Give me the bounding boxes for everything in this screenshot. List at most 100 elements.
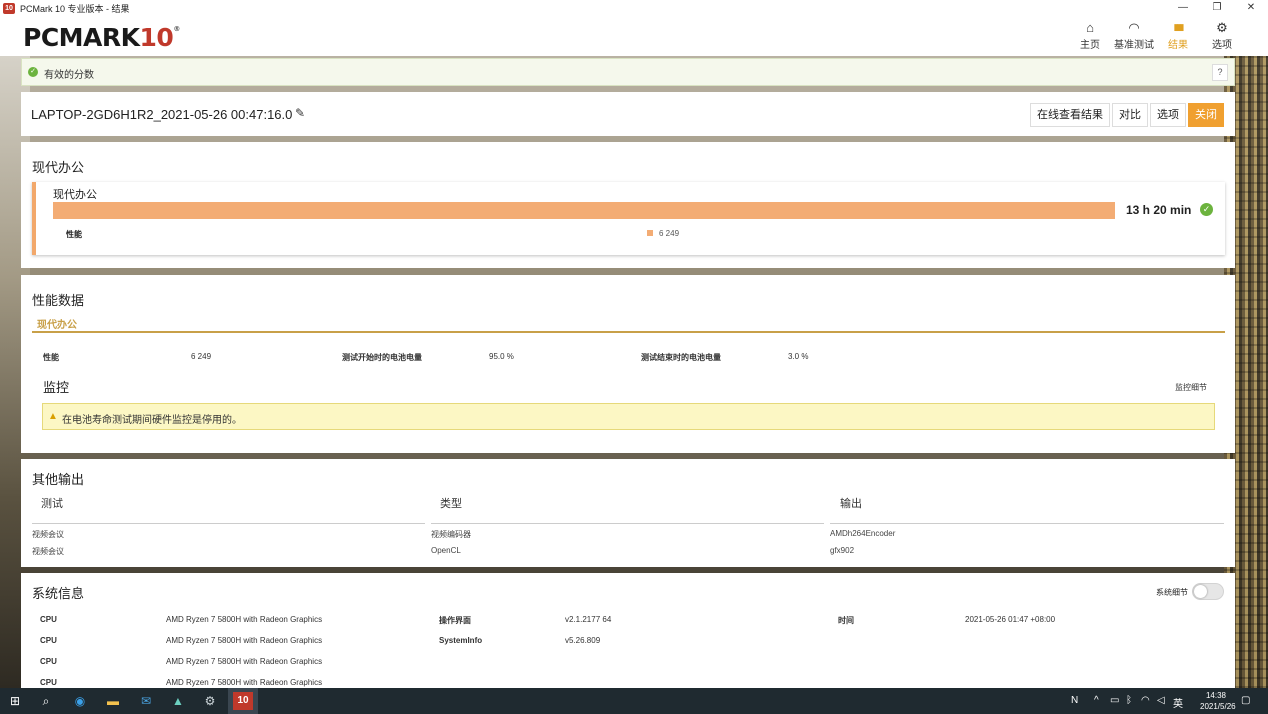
table-cell: 视频会议 xyxy=(32,530,64,539)
check-icon: ✓ xyxy=(28,67,38,77)
clock-time: 14:38 xyxy=(1205,691,1227,700)
app-header: PCMARK10® ⌂ 主页 ◠ 基准测试 ▮▮▮ 结果 ⚙ 选项 xyxy=(0,16,1268,56)
duration-bar xyxy=(53,202,1115,219)
taskbar-clock[interactable]: 14:38 2021/5/26 xyxy=(1200,690,1236,712)
system-details-toggle[interactable] xyxy=(1192,583,1224,600)
column-header-output: 输出 xyxy=(840,498,862,510)
battery-icon[interactable]: ▭ xyxy=(1110,695,1119,706)
search-icon[interactable]: ⌕ xyxy=(37,692,55,710)
time-label: 时间 xyxy=(838,616,854,625)
gui-label: 操作界面 xyxy=(439,616,471,625)
pencil-icon[interactable]: ✎ xyxy=(295,106,305,120)
battery-end-value: 3.0 % xyxy=(788,352,809,361)
gear-icon: ⚙ xyxy=(1216,20,1228,35)
ime-language-indicator[interactable]: 英 xyxy=(1173,695,1183,710)
column-header-test: 测试 xyxy=(41,498,63,510)
home-icon: ⌂ xyxy=(1086,20,1094,35)
table-cell: gfx902 xyxy=(830,546,855,555)
maximize-button[interactable]: ❐ xyxy=(1200,0,1234,16)
bluetooth-icon[interactable]: ᛒ xyxy=(1126,695,1132,706)
window-title-bar: 10 PCMark 10 专业版本 - 结果 — ❐ ✕ xyxy=(0,0,1268,16)
system-details-label: 系统细节 xyxy=(1156,588,1188,597)
cpu-label: CPU xyxy=(40,678,57,687)
tray-chevron-icon[interactable]: ^ xyxy=(1094,695,1099,706)
nav-options-label: 选项 xyxy=(1212,40,1232,51)
nav-options[interactable]: ⚙ 选项 xyxy=(1200,19,1244,51)
edge-browser-icon[interactable]: ◉ xyxy=(71,692,89,710)
column-divider xyxy=(830,523,1224,524)
nav-home[interactable]: ⌂ 主页 xyxy=(1068,19,1112,51)
tab-underline xyxy=(32,331,1225,333)
window-controls: — ❐ ✕ xyxy=(1166,0,1268,16)
column-divider xyxy=(32,523,425,524)
time-value: 2021-05-26 01:47 +08:00 xyxy=(965,615,1056,624)
file-explorer-icon[interactable]: ▬ xyxy=(104,692,122,710)
cpu-label: CPU xyxy=(40,636,57,645)
compare-button[interactable]: 对比 xyxy=(1112,103,1148,127)
warning-icon: ▲ xyxy=(48,411,58,422)
perf-label: 性能 xyxy=(66,230,82,239)
battery-end-label: 测试结束时的电池电量 xyxy=(641,353,721,362)
wifi-icon[interactable]: ◠ xyxy=(1141,695,1150,706)
valid-score-text: 有效的分数 xyxy=(44,70,94,81)
tab-modern-office[interactable]: 现代办公 xyxy=(37,316,77,331)
toggle-knob xyxy=(1194,585,1207,598)
cpu-value: AMD Ryzen 7 5800H with Radeon Graphics xyxy=(166,636,323,645)
volume-icon[interactable]: ◁ xyxy=(1157,695,1165,706)
valid-score-banner: ✓ 有效的分数 ? xyxy=(21,58,1235,86)
notification-center-icon[interactable]: ▢ xyxy=(1241,695,1250,706)
systeminfo-value: v5.26.809 xyxy=(565,636,601,645)
settings-app-icon[interactable]: ⚙ xyxy=(201,692,219,710)
windows-taskbar: ⊞ ⌕ ◉ ▬ ✉ ▲ ⚙ 10 N ^ ▭ ᛒ ◠ ◁ 英 14:38 202… xyxy=(0,688,1268,714)
column-header-type: 类型 xyxy=(440,498,462,510)
modern-office-panel: 现代办公 现代办公 13 h 20 min ✓ 性能 6 249 xyxy=(21,142,1235,268)
perf-label: 性能 xyxy=(43,353,59,362)
view-online-button[interactable]: 在线查看结果 xyxy=(1030,103,1110,127)
perf-value: 6 249 xyxy=(659,229,680,238)
notification-app-icon[interactable]: N xyxy=(1071,695,1078,706)
minimize-button[interactable]: — xyxy=(1166,0,1200,16)
table-cell: OpenCL xyxy=(431,546,461,555)
result-actions: 在线查看结果 对比 选项 关闭 xyxy=(1030,103,1224,127)
card-title: 现代办公 xyxy=(53,189,97,201)
section-title: 性能数据 xyxy=(32,293,85,308)
cpu-value: AMD Ryzen 7 5800H with Radeon Graphics xyxy=(166,657,323,666)
close-button[interactable]: 关闭 xyxy=(1188,103,1224,127)
options-button[interactable]: 选项 xyxy=(1150,103,1186,127)
result-title: LAPTOP-2GD6H1R2_2021-05-26 00:47:16.0 xyxy=(31,107,293,122)
nav-benchmarks[interactable]: ◠ 基准测试 xyxy=(1112,19,1156,51)
duration-value: 13 h 20 min xyxy=(1126,203,1192,217)
nav-benchmarks-label: 基准测试 xyxy=(1114,40,1154,51)
monitor-title: 监控 xyxy=(43,380,70,395)
column-divider xyxy=(431,523,824,524)
perf-value: 6 249 xyxy=(191,352,212,361)
section-title: 其他输出 xyxy=(32,472,85,487)
close-window-button[interactable]: ✕ xyxy=(1234,0,1268,16)
battery-start-value: 95.0 % xyxy=(489,352,514,361)
window-title: PCMark 10 专业版本 - 结果 xyxy=(20,3,130,14)
battery-start-label: 测试开始时的电池电量 xyxy=(342,353,422,362)
app-icon: 10 xyxy=(3,2,15,14)
help-button[interactable]: ? xyxy=(1212,64,1228,81)
main-nav: ⌂ 主页 ◠ 基准测试 ▮▮▮ 结果 ⚙ 选项 xyxy=(1068,19,1244,51)
section-title: 现代办公 xyxy=(32,160,85,175)
check-icon: ✓ xyxy=(1200,203,1213,216)
app-triangle-icon[interactable]: ▲ xyxy=(169,692,187,710)
pcmark-logo: PCMARK10® xyxy=(23,23,180,52)
pcmark-taskbar-icon[interactable]: 10 xyxy=(233,692,253,710)
mail-icon[interactable]: ✉ xyxy=(137,692,155,710)
clock-date: 2021/5/26 xyxy=(1200,702,1236,711)
systeminfo-label: SystemInfo xyxy=(439,636,483,645)
nav-home-label: 主页 xyxy=(1080,40,1100,51)
cpu-value: AMD Ryzen 7 5800H with Radeon Graphics xyxy=(166,678,323,687)
other-output-panel: 其他输出 测试 类型 输出 视频会议 视频编码器 AMDh264Encoder … xyxy=(21,459,1235,567)
benchmark-icon: ◠ xyxy=(1128,20,1140,35)
windows-start-icon[interactable]: ⊞ xyxy=(6,692,24,710)
nav-results[interactable]: ▮▮▮ 结果 xyxy=(1156,19,1200,51)
results-icon: ▮▮▮ xyxy=(1173,22,1185,32)
cpu-label: CPU xyxy=(40,615,57,624)
cpu-value: AMD Ryzen 7 5800H with Radeon Graphics xyxy=(166,615,323,624)
table-cell: 视频会议 xyxy=(32,547,64,556)
modern-office-card[interactable]: 现代办公 13 h 20 min ✓ 性能 6 249 xyxy=(32,182,1225,255)
monitor-details-link[interactable]: 监控细节 xyxy=(1175,382,1207,393)
